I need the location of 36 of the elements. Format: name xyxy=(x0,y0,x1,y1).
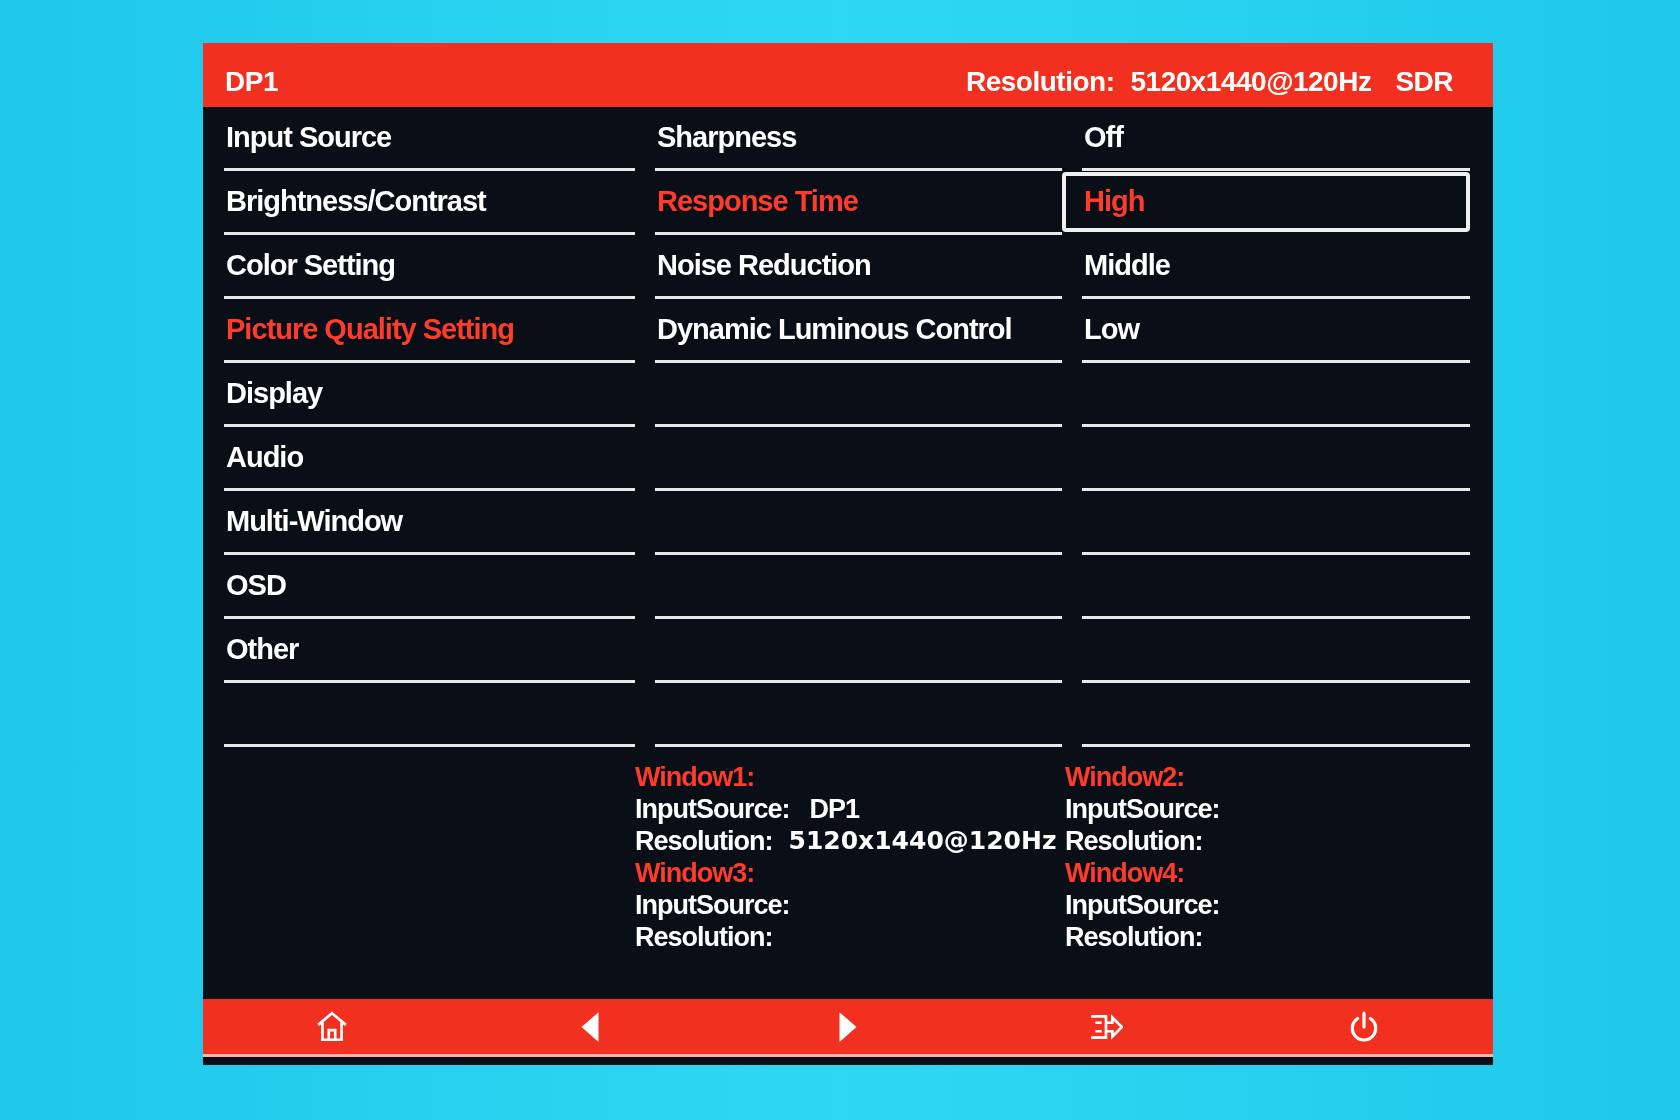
menu-item[interactable]: Brightness/Contrast xyxy=(224,179,486,224)
menu-item[interactable]: OSD xyxy=(224,563,286,608)
menu-item[interactable]: Audio xyxy=(224,435,304,480)
menu-item[interactable]: Display xyxy=(224,371,323,416)
menu-item[interactable]: Picture Quality Setting xyxy=(224,307,514,352)
setting-item[interactable]: Response Time xyxy=(655,179,858,224)
resolution-label: Resolution: xyxy=(966,65,1115,99)
resolution-label: Resolution: xyxy=(1065,825,1203,857)
option-item[interactable]: High xyxy=(1062,171,1470,232)
menu-item[interactable]: Input Source xyxy=(224,115,392,160)
option-item[interactable]: Middle xyxy=(1082,243,1170,288)
menu-item[interactable]: Other xyxy=(224,627,299,672)
window-title: Window3: xyxy=(635,857,756,889)
setting-item[interactable]: Sharpness xyxy=(655,115,797,160)
dynamic-range: SDR xyxy=(1395,65,1453,99)
resolution-label: Resolution: xyxy=(1065,921,1203,953)
setting-item[interactable]: Dynamic Luminous Control xyxy=(655,307,1012,352)
window-title: Window1: xyxy=(635,761,756,793)
input-source-label: InputSource: xyxy=(635,793,790,825)
resolution-value: 5120x1440@120Hz xyxy=(1130,65,1372,99)
input-name: DP1 xyxy=(225,65,278,99)
resolution-label: Resolution: xyxy=(635,921,773,953)
menu-item[interactable]: Multi-Window xyxy=(224,499,403,544)
window-title: Window2: xyxy=(1065,761,1186,793)
resolution-value: 5120x1440@120Hz xyxy=(788,825,1057,857)
resolution-label: Resolution: xyxy=(635,825,773,857)
input-source-label: InputSource: xyxy=(635,889,790,921)
option-item[interactable]: Low xyxy=(1082,307,1139,352)
window-title: Window4: xyxy=(1065,857,1186,889)
option-item[interactable]: Off xyxy=(1082,115,1123,160)
setting-item[interactable]: Noise Reduction xyxy=(655,243,871,288)
menu-item[interactable]: Color Setting xyxy=(224,243,396,288)
home-icon[interactable] xyxy=(315,1009,349,1044)
input-source-label: InputSource: xyxy=(1065,889,1220,921)
input-source-label: InputSource: xyxy=(1065,793,1220,825)
input-source-value: DP1 xyxy=(809,793,860,825)
